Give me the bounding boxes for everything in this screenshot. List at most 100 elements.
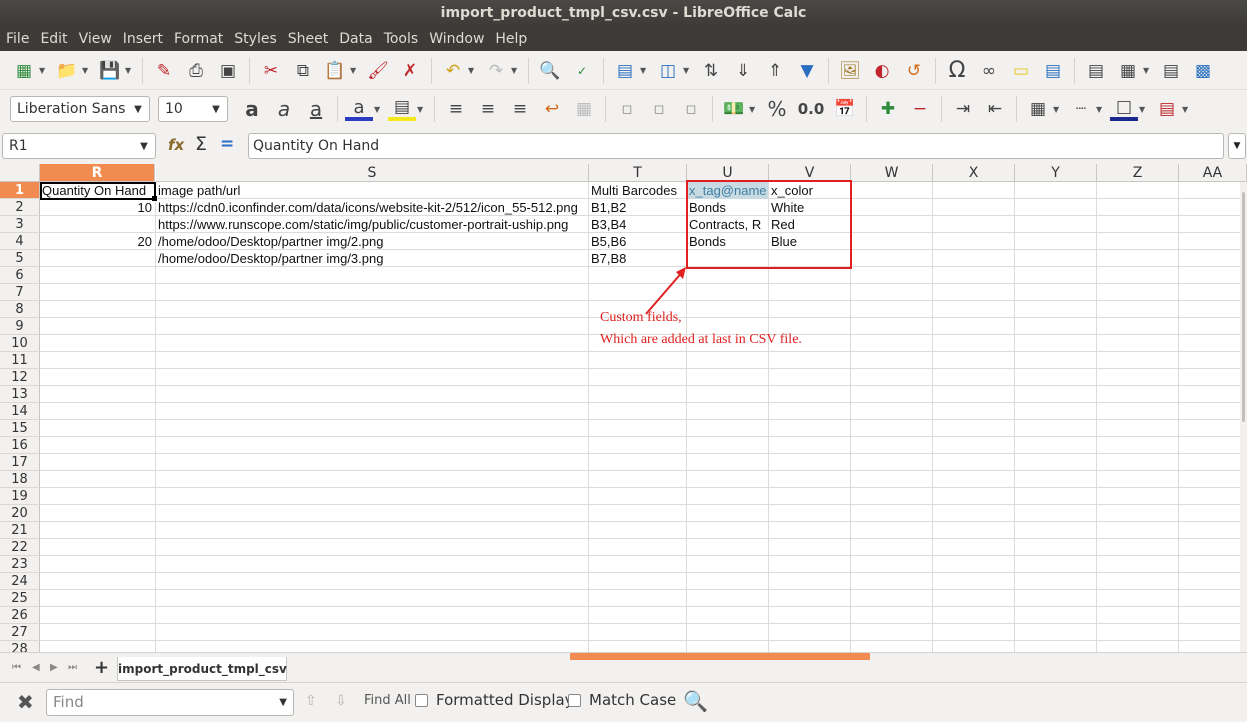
row-dropdown-icon[interactable]: ▼ <box>640 66 648 75</box>
menu-tools[interactable]: Tools <box>384 31 419 47</box>
split-window-icon[interactable]: ▤ <box>1157 57 1185 85</box>
previous-sheet-icon[interactable]: ◀ <box>32 662 40 673</box>
match-case-checkbox[interactable] <box>568 694 581 707</box>
border-style-icon[interactable]: ┈ <box>1067 95 1095 123</box>
cell-t4[interactable]: B5,B6 <box>589 233 686 250</box>
row-header-26[interactable]: 26 <box>0 607 40 624</box>
cell-t3[interactable]: B3,B4 <box>589 216 686 233</box>
column-header-t[interactable]: T <box>589 164 687 182</box>
paste-icon[interactable]: 📋 <box>321 57 349 85</box>
spelling-icon[interactable]: ✓ <box>568 57 596 85</box>
column-header-x[interactable]: X <box>933 164 1015 182</box>
menu-view[interactable]: View <box>79 31 112 47</box>
row-icon[interactable]: ▤ <box>611 57 639 85</box>
chevron-down-icon[interactable]: ▼ <box>279 690 287 715</box>
currency-format-icon[interactable]: 💵 <box>720 95 748 123</box>
row-header-21[interactable]: 21 <box>0 522 40 539</box>
highlight-color-icon[interactable]: ▤ <box>388 97 416 121</box>
border-color-icon[interactable]: □ <box>1110 97 1138 121</box>
row-header-15[interactable]: 15 <box>0 420 40 437</box>
comment-icon[interactable]: ▭ <box>1007 57 1035 85</box>
menu-insert[interactable]: Insert <box>123 31 163 47</box>
align-left-icon[interactable]: ≡ <box>442 95 470 123</box>
copy-icon[interactable]: ⧉ <box>289 57 317 85</box>
row-header-28[interactable]: 28 <box>0 641 40 652</box>
find-previous-icon[interactable]: ⇧ <box>305 693 317 709</box>
find-all-button[interactable]: Find All <box>364 693 411 708</box>
pivot-table-icon[interactable]: ↺ <box>900 57 928 85</box>
date-format-icon[interactable]: 📅 <box>831 95 859 123</box>
row-header-18[interactable]: 18 <box>0 471 40 488</box>
autofilter-icon[interactable]: ▼ <box>793 57 821 85</box>
column-header-z[interactable]: Z <box>1097 164 1179 182</box>
add-decimal-place-icon[interactable]: ✚ <box>874 95 902 123</box>
bold-icon[interactable]: a <box>238 95 266 123</box>
redo-dropdown-icon[interactable]: ▼ <box>511 66 519 75</box>
row-header-4[interactable]: 4 <box>0 233 40 250</box>
cell-s4[interactable]: /home/odoo/Desktop/partner img/2.png <box>156 233 586 250</box>
find-input[interactable]: Find ▼ <box>46 689 294 716</box>
open-folder-icon[interactable]: 📁 <box>53 57 81 85</box>
sort-descending-icon[interactable]: ⇑ <box>761 57 789 85</box>
menu-data[interactable]: Data <box>339 31 372 47</box>
number-format-icon[interactable]: 0.0 <box>795 95 827 123</box>
row-header-1[interactable]: 1 <box>0 182 40 199</box>
find-and-replace-icon[interactable]: 🔍 <box>683 689 708 713</box>
last-sheet-icon[interactable]: ⏭ <box>68 662 77 673</box>
conditional-format-icon[interactable]: ▤ <box>1153 95 1181 123</box>
close-icon[interactable]: ✖ <box>17 690 34 714</box>
save-dropdown-icon[interactable]: ▼ <box>125 66 133 75</box>
cell-s2[interactable]: https://cdn0.iconfinder.com/data/icons/w… <box>156 199 586 216</box>
menu-format[interactable]: Format <box>174 31 223 47</box>
row-header-19[interactable]: 19 <box>0 488 40 505</box>
sheet-tab[interactable]: import_product_tmpl_csv <box>117 657 287 681</box>
name-box[interactable]: R1 ▼ <box>2 133 156 159</box>
currency-dropdown-icon[interactable]: ▼ <box>749 105 757 114</box>
align-right-icon[interactable]: ≡ <box>506 95 534 123</box>
row-header-7[interactable]: 7 <box>0 284 40 301</box>
open-dropdown-icon[interactable]: ▼ <box>82 66 90 75</box>
row-header-17[interactable]: 17 <box>0 454 40 471</box>
border-color-dropdown-icon[interactable]: ▼ <box>1139 105 1147 114</box>
row-header-6[interactable]: 6 <box>0 267 40 284</box>
clear-formatting-icon[interactable]: ✗ <box>396 57 424 85</box>
column-icon[interactable]: ◫ <box>654 57 682 85</box>
chevron-down-icon[interactable]: ▼ <box>205 104 227 115</box>
new-document-icon[interactable]: ▦ <box>10 57 38 85</box>
insert-chart-icon[interactable]: ◐ <box>868 57 896 85</box>
font-color-icon[interactable]: a <box>345 97 373 121</box>
column-header-y[interactable]: Y <box>1015 164 1097 182</box>
undo-icon[interactable]: ↶ <box>439 57 467 85</box>
cell-s1[interactable]: image path/url <box>156 182 586 199</box>
cut-icon[interactable]: ✂ <box>257 57 285 85</box>
function-wizard-icon[interactable]: fx <box>168 136 184 154</box>
formula-icon[interactable]: = <box>220 134 234 154</box>
decrease-indent-icon[interactable]: ⇤ <box>981 95 1009 123</box>
menu-styles[interactable]: Styles <box>234 31 276 47</box>
column-header-s[interactable]: S <box>156 164 589 182</box>
horizontal-scroll-thumb[interactable] <box>570 653 870 660</box>
export-pdf-icon[interactable]: ✎ <box>150 57 178 85</box>
increase-indent-icon[interactable]: ⇥ <box>949 95 977 123</box>
row-header-11[interactable]: 11 <box>0 352 40 369</box>
autofill-handle[interactable] <box>152 196 157 201</box>
cell-s5[interactable]: /home/odoo/Desktop/partner img/3.png <box>156 250 586 267</box>
row-header-2[interactable]: 2 <box>0 199 40 216</box>
spreadsheet-grid[interactable]: R S T U V W X Y Z AA 1 2 3 4 5 6 7 8 9 10 11 12 13 14 15 16 17 18 1… <box>0 164 1247 652</box>
menu-file[interactable]: File <box>6 31 29 47</box>
add-sheet-icon[interactable]: + <box>94 657 109 678</box>
menu-sheet[interactable]: Sheet <box>288 31 328 47</box>
row-header-22[interactable]: 22 <box>0 539 40 556</box>
freeze-dropdown-icon[interactable]: ▼ <box>1143 66 1151 75</box>
cell-r2[interactable]: 10 <box>40 199 154 216</box>
define-print-area-icon[interactable]: ▤ <box>1082 57 1110 85</box>
row-header-5[interactable]: 5 <box>0 250 40 267</box>
align-center-icon[interactable]: ≡ <box>474 95 502 123</box>
special-character-icon[interactable]: Ω <box>943 57 971 85</box>
hyperlink-icon[interactable]: ∞ <box>975 57 1003 85</box>
find-replace-icon[interactable]: 🔍 <box>536 57 564 85</box>
column-dropdown-icon[interactable]: ▼ <box>683 66 691 75</box>
row-header-12[interactable]: 12 <box>0 369 40 386</box>
sort-ascending-icon[interactable]: ⇓ <box>729 57 757 85</box>
center-vertically-icon[interactable]: ▫ <box>645 95 673 123</box>
